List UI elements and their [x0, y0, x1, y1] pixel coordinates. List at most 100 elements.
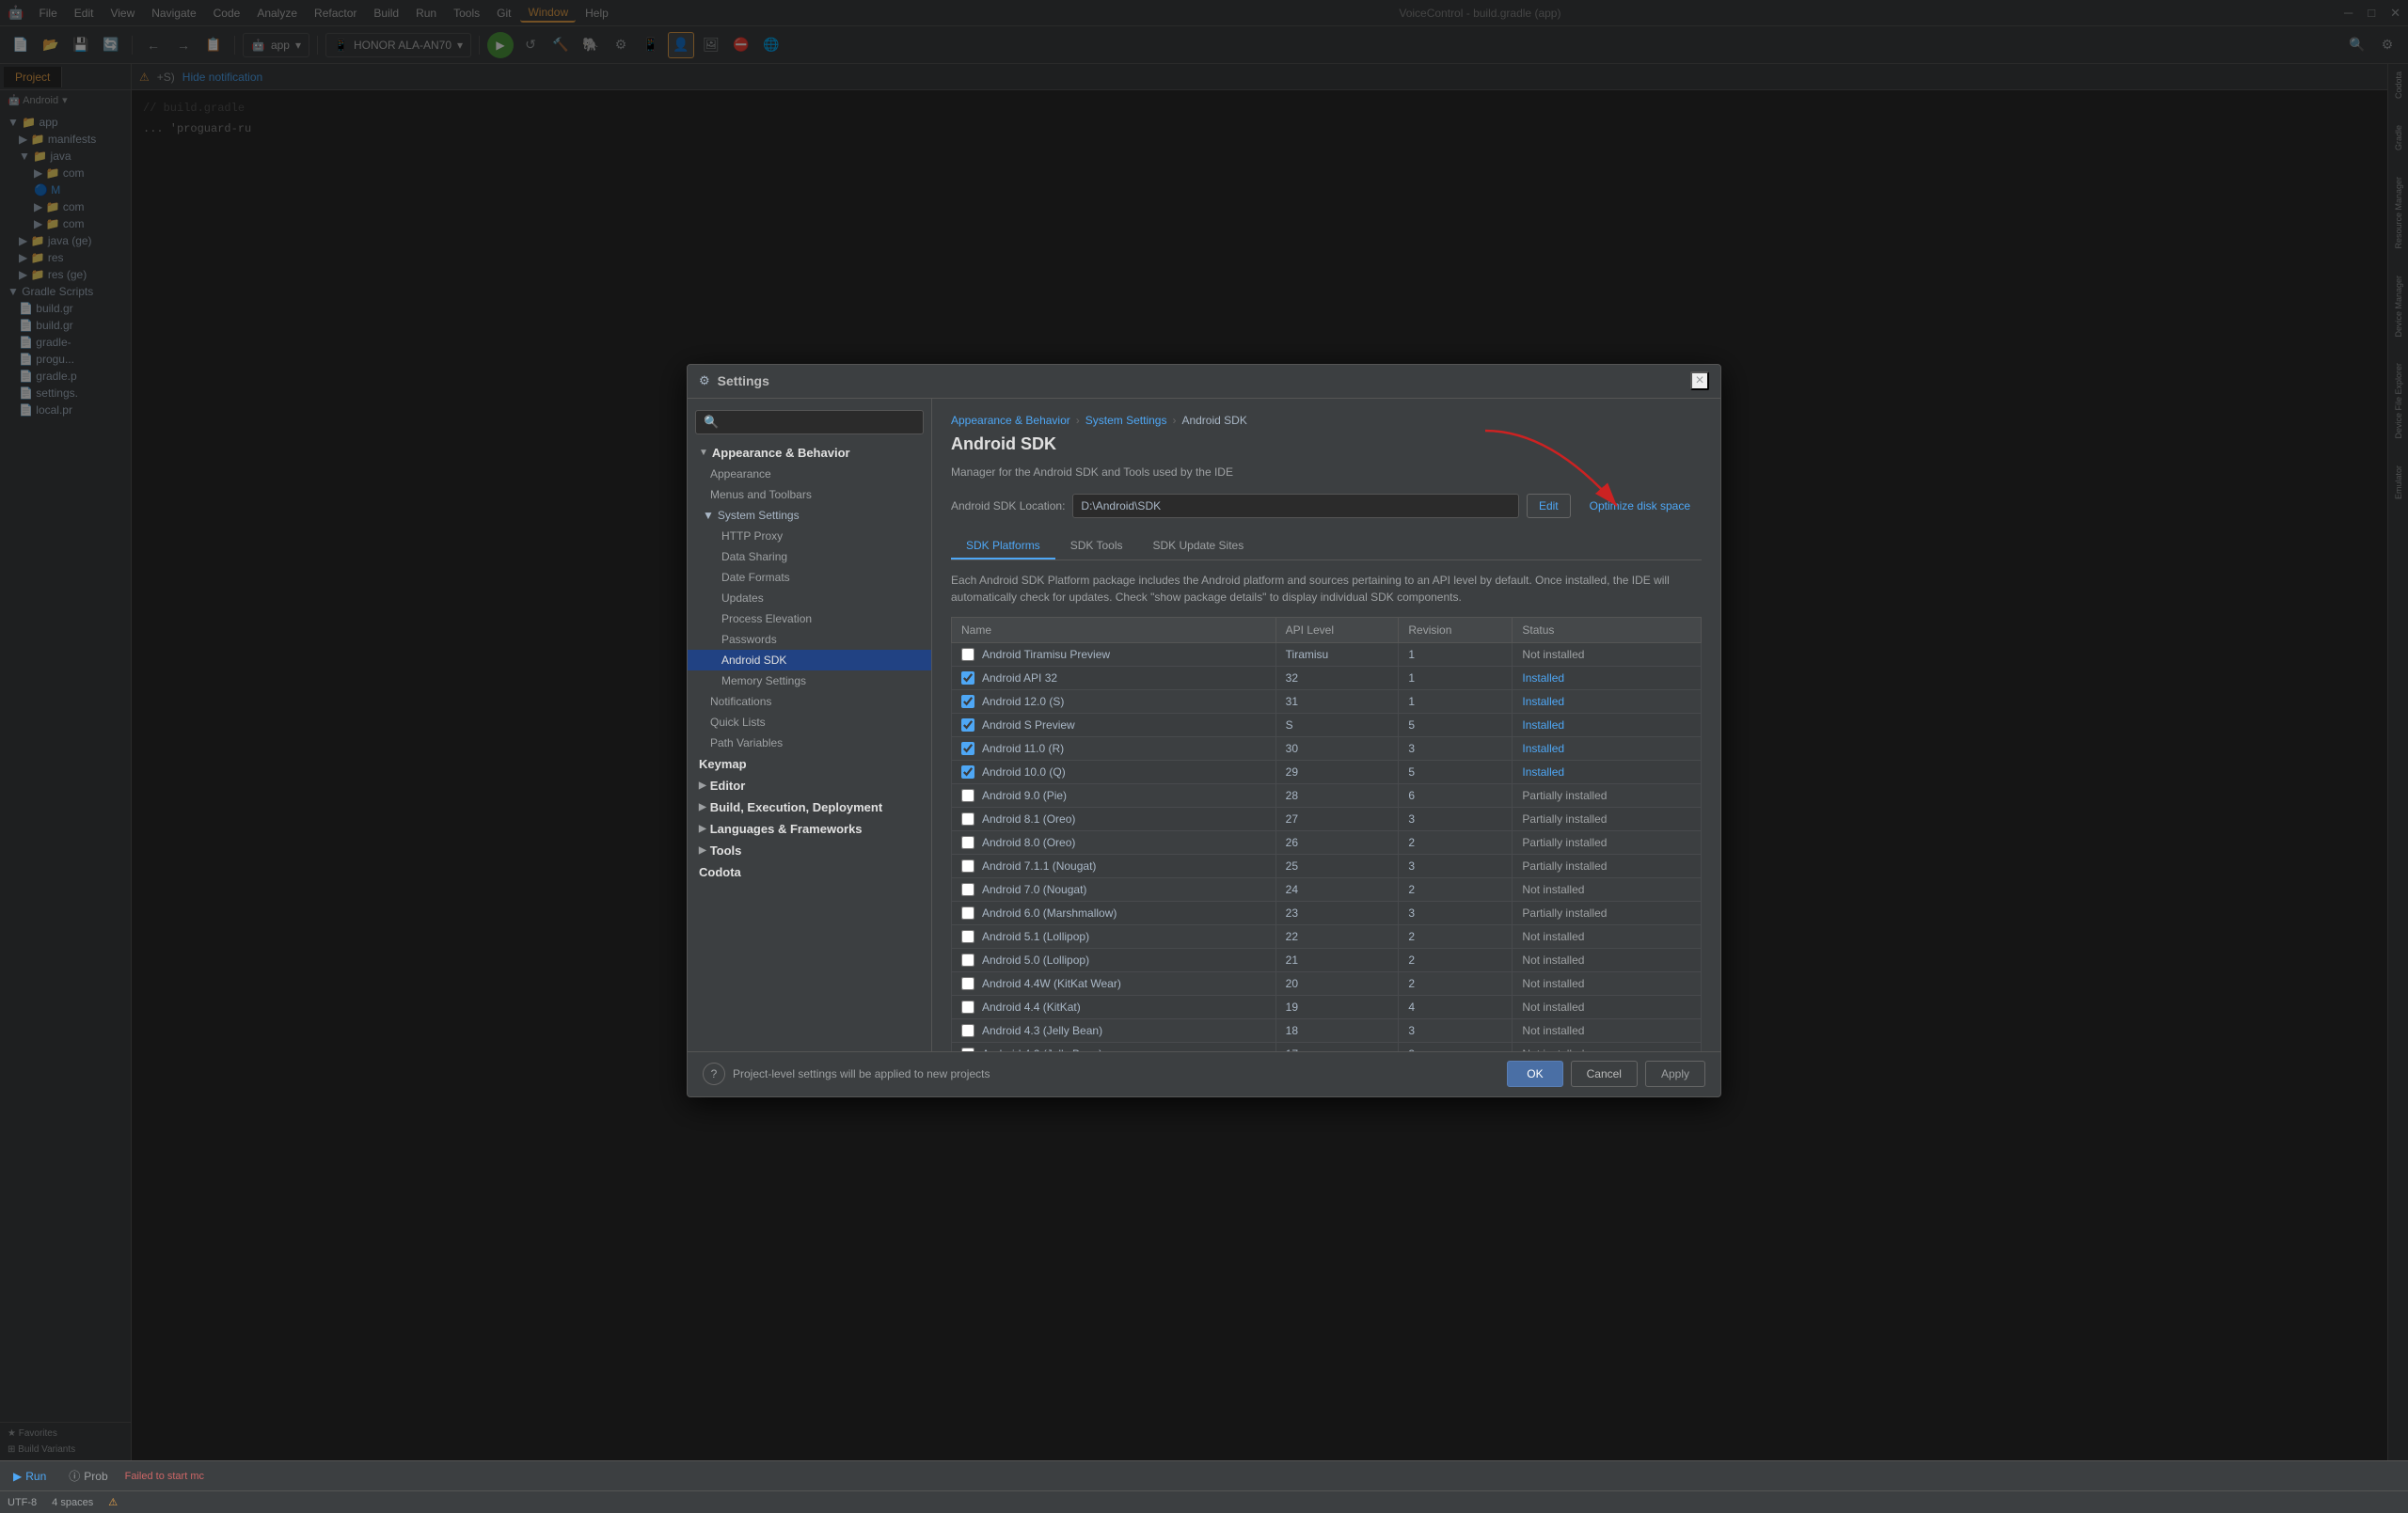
sdk-revision: 3	[1399, 854, 1513, 877]
sdk-status: Partially installed	[1513, 901, 1702, 924]
sdk-api: 17	[1275, 1042, 1399, 1051]
sdk-api: 23	[1275, 901, 1399, 924]
run-icon: ▶	[13, 1470, 22, 1483]
nav-group-appearance-behavior[interactable]: ▼ Appearance & Behavior	[688, 442, 931, 464]
breadcrumb: Appearance & Behavior › System Settings …	[951, 414, 1702, 427]
status-encoding[interactable]: UTF-8	[8, 1497, 37, 1508]
sdk-edit-button[interactable]: Edit	[1527, 494, 1571, 518]
sdk-checkbox-6[interactable]	[961, 789, 974, 802]
settings-search-container[interactable]: 🔍	[695, 410, 924, 434]
col-name[interactable]: Name	[952, 617, 1276, 642]
sdk-name-cell: Android 11.0 (R)	[952, 736, 1276, 760]
nav-build-execution[interactable]: ▶ Build, Execution, Deployment	[688, 796, 931, 818]
sdk-api: 24	[1275, 877, 1399, 901]
sdk-checkbox-2[interactable]	[961, 695, 974, 708]
ok-button[interactable]: OK	[1507, 1061, 1562, 1087]
sdk-checkbox-7[interactable]	[961, 812, 974, 826]
sdk-revision: 5	[1399, 760, 1513, 783]
nav-appearance[interactable]: Appearance	[688, 464, 931, 484]
inner-tabs: SDK Platforms SDK Tools SDK Update Sites	[951, 533, 1702, 560]
nav-codota[interactable]: Codota	[688, 861, 931, 883]
help-button[interactable]: ?	[703, 1063, 725, 1085]
breadcrumb-part2[interactable]: System Settings	[1085, 414, 1167, 427]
nav-updates[interactable]: Updates	[688, 588, 931, 608]
nav-editor[interactable]: ▶ Editor	[688, 775, 931, 796]
apply-button[interactable]: Apply	[1645, 1061, 1705, 1087]
nav-passwords[interactable]: Passwords	[688, 629, 931, 650]
nav-quick-lists[interactable]: Quick Lists	[688, 712, 931, 733]
table-row: Android 10.0 (Q)295Installed	[952, 760, 1702, 783]
sdk-status: Installed	[1513, 736, 1702, 760]
problems-panel-btn[interactable]: ⓘ Prob	[63, 1466, 113, 1486]
run-panel-btn[interactable]: ▶ Run	[8, 1468, 52, 1485]
sdk-checkbox-5[interactable]	[961, 765, 974, 779]
nav-codota-label: Codota	[699, 865, 741, 879]
dialog-close-button[interactable]: ×	[1690, 371, 1709, 390]
nav-memory-settings[interactable]: Memory Settings	[688, 670, 931, 691]
sdk-checkbox-15[interactable]	[961, 1001, 974, 1014]
sdk-checkbox-4[interactable]	[961, 742, 974, 755]
status-spaces[interactable]: 4 spaces	[52, 1497, 93, 1508]
cancel-button[interactable]: Cancel	[1571, 1061, 1638, 1087]
sdk-status: Not installed	[1513, 995, 1702, 1018]
sdk-optimize-button[interactable]: Optimize disk space	[1578, 494, 1702, 518]
sdk-api: 22	[1275, 924, 1399, 948]
sdk-name-cell: Android 4.3 (Jelly Bean)	[952, 1018, 1276, 1042]
nav-notifications[interactable]: Notifications	[688, 691, 931, 712]
sdk-status: Partially installed	[1513, 783, 1702, 807]
sdk-checkbox-10[interactable]	[961, 883, 974, 896]
sdk-name-cell: Android 4.4W (KitKat Wear)	[952, 971, 1276, 995]
sdk-checkbox-0[interactable]	[961, 648, 974, 661]
sdk-checkbox-16[interactable]	[961, 1024, 974, 1037]
sdk-status: Not installed	[1513, 1018, 1702, 1042]
sdk-status: Partially installed	[1513, 854, 1702, 877]
col-status[interactable]: Status	[1513, 617, 1702, 642]
sdk-checkbox-11[interactable]	[961, 906, 974, 920]
nav-data-sharing[interactable]: Data Sharing	[688, 546, 931, 567]
sdk-checkbox-3[interactable]	[961, 718, 974, 732]
editor-arrow: ▶	[699, 780, 706, 791]
sdk-checkbox-12[interactable]	[961, 930, 974, 943]
sdk-status: Not installed	[1513, 877, 1702, 901]
table-row: Android Tiramisu PreviewTiramisu1Not ins…	[952, 642, 1702, 666]
system-settings-arrow: ▼	[703, 509, 714, 522]
nav-process-elevation[interactable]: Process Elevation	[688, 608, 931, 629]
sdk-checkbox-14[interactable]	[961, 977, 974, 990]
nav-keymap[interactable]: Keymap	[688, 753, 931, 775]
nav-menus-toolbars[interactable]: Menus and Toolbars	[688, 484, 931, 505]
sdk-revision: 2	[1399, 924, 1513, 948]
breadcrumb-sep2: ›	[1172, 414, 1176, 427]
nav-path-variables[interactable]: Path Variables	[688, 733, 931, 753]
sdk-location-input[interactable]	[1072, 494, 1519, 518]
sdk-name: Android 5.0 (Lollipop)	[982, 954, 1089, 967]
sdk-revision: 2	[1399, 948, 1513, 971]
nav-system-settings[interactable]: ▼ System Settings	[688, 505, 931, 526]
table-row: Android 4.2 (Jelly Bean)173Not installed	[952, 1042, 1702, 1051]
sdk-name-cell: Android 10.0 (Q)	[952, 760, 1276, 783]
settings-search-input[interactable]	[724, 416, 915, 429]
system-settings-label: System Settings	[718, 509, 800, 522]
tab-sdk-update-sites[interactable]: SDK Update Sites	[1138, 533, 1259, 559]
sdk-status: Installed	[1513, 713, 1702, 736]
breadcrumb-part1[interactable]: Appearance & Behavior	[951, 414, 1070, 427]
nav-android-sdk[interactable]: Android SDK	[688, 650, 931, 670]
table-row: Android API 32321Installed	[952, 666, 1702, 689]
nav-languages[interactable]: ▶ Languages & Frameworks	[688, 818, 931, 840]
sdk-api: 31	[1275, 689, 1399, 713]
sdk-checkbox-8[interactable]	[961, 836, 974, 849]
sdk-checkbox-9[interactable]	[961, 859, 974, 873]
col-revision[interactable]: Revision	[1399, 617, 1513, 642]
nav-date-formats[interactable]: Date Formats	[688, 567, 931, 588]
table-row: Android 9.0 (Pie)286Partially installed	[952, 783, 1702, 807]
tab-sdk-tools[interactable]: SDK Tools	[1055, 533, 1138, 559]
col-api[interactable]: API Level	[1275, 617, 1399, 642]
sdk-desc: Each Android SDK Platform package includ…	[951, 572, 1702, 606]
sdk-api: 26	[1275, 830, 1399, 854]
sdk-checkbox-13[interactable]	[961, 954, 974, 967]
nav-http-proxy[interactable]: HTTP Proxy	[688, 526, 931, 546]
tab-sdk-platforms[interactable]: SDK Platforms	[951, 533, 1055, 559]
table-row: Android 12.0 (S)311Installed	[952, 689, 1702, 713]
sdk-checkbox-1[interactable]	[961, 671, 974, 685]
nav-tools[interactable]: ▶ Tools	[688, 840, 931, 861]
bottom-panel: ▶ Run ⓘ Prob Failed to start mc	[0, 1460, 2408, 1490]
